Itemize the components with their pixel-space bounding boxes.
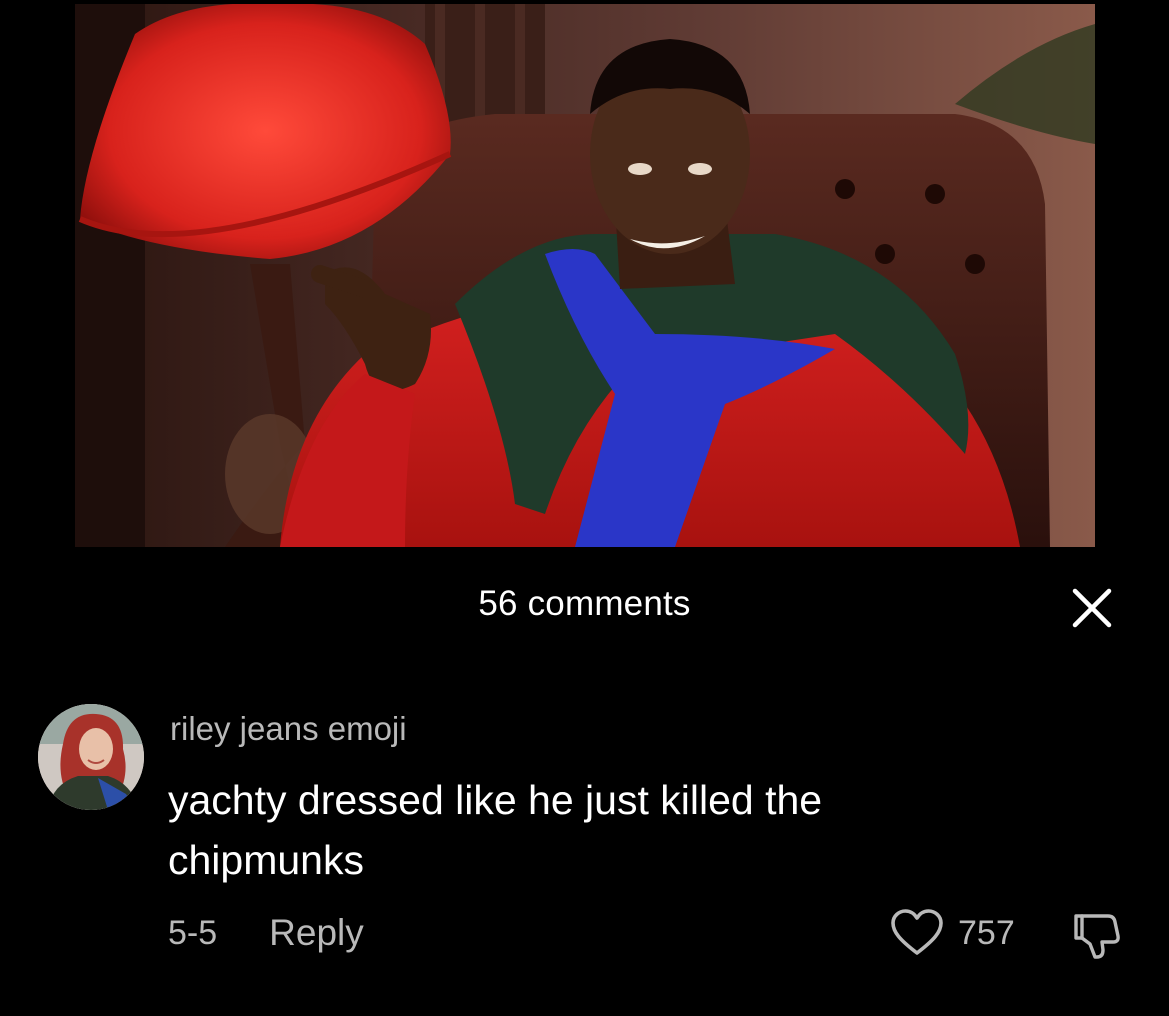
avatar[interactable]	[38, 704, 144, 810]
like-button[interactable]: 757	[890, 908, 1015, 958]
comment-date: 5-5	[168, 913, 218, 952]
close-button[interactable]	[1067, 583, 1117, 633]
dislike-button[interactable]	[1070, 908, 1124, 962]
comment-item: riley jeans emoji yachty dressed like he…	[0, 700, 1169, 980]
video-still-image	[75, 4, 1095, 547]
close-icon	[1072, 588, 1112, 628]
thumbs-down-icon	[1074, 914, 1120, 959]
reply-button[interactable]: Reply	[269, 912, 364, 954]
comments-count-title: 56 comments	[478, 584, 691, 623]
comment-username[interactable]: riley jeans emoji	[170, 710, 407, 748]
like-count: 757	[958, 913, 1015, 952]
avatar-image	[38, 704, 144, 810]
comment-meta: 5-5 Reply	[168, 912, 364, 954]
comment-text: yachty dressed like he just killed the c…	[168, 777, 823, 883]
video-frame[interactable]	[75, 4, 1095, 547]
heart-outline-icon	[891, 909, 943, 955]
